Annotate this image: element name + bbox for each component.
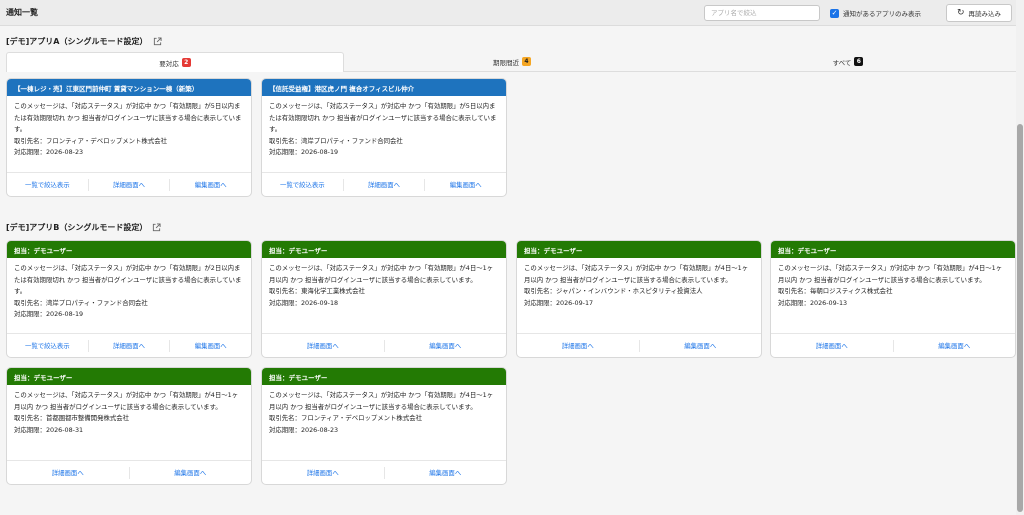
card-message: このメッセージは、「対応ステータス」が対応中 かつ「有効期限」が4日〜1ヶ月以内… bbox=[524, 264, 749, 284]
deadline: 対応期限：2026-09-17 bbox=[524, 298, 594, 307]
card-header: 担当：デモユーザー bbox=[262, 368, 506, 385]
card-message: このメッセージは、「対応ステータス」が対応中 かつ「有効期限」が4日〜1ヶ月以内… bbox=[269, 264, 494, 284]
deadline: 対応期限：2026-09-13 bbox=[778, 298, 848, 307]
edit-link[interactable]: 編集画面へ bbox=[170, 179, 251, 191]
notification-card: 担当：デモユーザー このメッセージは、「対応ステータス」が対応中 かつ「有効期限… bbox=[770, 240, 1016, 358]
section-header-app-a: [デモ]アプリA（シングルモード設定） bbox=[6, 36, 162, 47]
tab-due-soon[interactable]: 期限間近 4 bbox=[344, 52, 680, 72]
section-title: [デモ]アプリA（シングルモード設定） bbox=[6, 37, 148, 46]
edit-link[interactable]: 編集画面へ bbox=[640, 340, 762, 352]
card-header: 担当：デモユーザー bbox=[517, 241, 761, 258]
tab-label: 期限間近 bbox=[493, 58, 519, 67]
detail-link[interactable]: 詳細画面へ bbox=[262, 466, 385, 479]
notification-card: 担当：デモユーザー このメッセージは、「対応ステータス」が対応中 かつ「有効期限… bbox=[261, 367, 507, 485]
edit-link[interactable]: 編集画面へ bbox=[894, 340, 1016, 352]
deadline: 対応期限：2026-09-18 bbox=[269, 298, 339, 307]
card-message: このメッセージは、「対応ステータス」が対応中 かつ「有効期限」が4日〜1ヶ月以内… bbox=[778, 264, 1003, 284]
edit-link[interactable]: 編集画面へ bbox=[385, 467, 507, 479]
card-message: このメッセージは、「対応ステータス」が対応中 かつ「有効期限」が5日以内または有… bbox=[269, 102, 497, 133]
tab-all[interactable]: すべて 6 bbox=[680, 52, 1016, 72]
notification-tabs: 要対応 2 期限間近 4 すべて 6 bbox=[6, 52, 1016, 72]
card-message: このメッセージは、「対応ステータス」が対応中 かつ「有効期限」が4日〜1ヶ月以内… bbox=[14, 391, 239, 411]
notification-card: 【一棟レジ・売】江東区門前仲町 賃貸マンション一棟（新築） このメッセージは、「… bbox=[6, 78, 252, 197]
detail-link[interactable]: 詳細画面へ bbox=[89, 178, 171, 191]
app-name-search-input[interactable] bbox=[704, 5, 820, 21]
detail-link[interactable]: 詳細画面へ bbox=[89, 339, 171, 352]
page-title: 通知一覧 bbox=[6, 8, 38, 17]
filter-checkbox-label: 通知があるアプリのみ表示 bbox=[843, 10, 921, 18]
section-title: [デモ]アプリB（シングルモード設定） bbox=[6, 223, 148, 232]
external-link-icon[interactable] bbox=[152, 223, 161, 232]
notification-card: 担当：デモユーザー このメッセージは、「対応ステータス」が対応中 かつ「有効期限… bbox=[516, 240, 762, 358]
notification-card: 担当：デモユーザー このメッセージは、「対応ステータス」が対応中 かつ「有効期限… bbox=[6, 240, 252, 358]
deadline: 対応期限：2026-08-31 bbox=[14, 425, 84, 434]
deadline: 対応期限：2026-08-19 bbox=[269, 148, 339, 156]
detail-link[interactable]: 詳細画面へ bbox=[344, 178, 426, 191]
card-message: このメッセージは、「対応ステータス」が対応中 かつ「有効期限」が5日以内または有… bbox=[14, 102, 242, 133]
edit-link[interactable]: 編集画面へ bbox=[130, 467, 252, 479]
tab-action-required[interactable]: 要対応 2 bbox=[6, 52, 344, 72]
filter-in-list-link[interactable]: 一覧で絞込表示 bbox=[7, 339, 89, 352]
section-header-app-b: [デモ]アプリB（シングルモード設定） bbox=[6, 222, 161, 233]
client-name: 取引先名：ジャパン・インバウンド・ホスピタリティ投資法人 bbox=[524, 287, 703, 295]
edit-link[interactable]: 編集画面へ bbox=[385, 340, 507, 352]
card-header: 【一棟レジ・売】江東区門前仲町 賃貸マンション一棟（新築） bbox=[7, 79, 251, 96]
detail-link[interactable]: 詳細画面へ bbox=[771, 339, 894, 352]
count-badge: 2 bbox=[181, 58, 191, 67]
edit-link[interactable]: 編集画面へ bbox=[170, 340, 251, 352]
card-header: 担当：デモユーザー bbox=[7, 368, 251, 385]
notification-card: 担当：デモユーザー このメッセージは、「対応ステータス」が対応中 かつ「有効期限… bbox=[261, 240, 507, 358]
client-name: 取引先名：湾岸プロパティ・ファンド合同会社 bbox=[14, 298, 148, 307]
card-message: このメッセージは、「対応ステータス」が対応中 かつ「有効期限」が4日〜1ヶ月以内… bbox=[269, 391, 494, 411]
refresh-icon: ↻ bbox=[956, 7, 965, 18]
count-badge: 4 bbox=[522, 57, 531, 66]
client-name: 取引先名：東海化学工業株式会社 bbox=[269, 287, 365, 295]
filter-in-list-link[interactable]: 一覧で絞込表示 bbox=[7, 178, 89, 191]
tab-label: 要対応 bbox=[159, 59, 179, 68]
detail-link[interactable]: 詳細画面へ bbox=[517, 339, 640, 352]
detail-link[interactable]: 詳細画面へ bbox=[7, 466, 130, 479]
edit-link[interactable]: 編集画面へ bbox=[425, 179, 506, 191]
deadline: 対応期限：2026-08-23 bbox=[269, 425, 339, 434]
card-header: 担当：デモユーザー bbox=[771, 241, 1015, 258]
client-name: 取引先名：首都圏都市整備開発株式会社 bbox=[14, 414, 130, 422]
client-name: 取引先名：フロンティア・デベロップメント株式会社 bbox=[269, 414, 422, 422]
tab-label: すべて bbox=[832, 58, 852, 67]
card-header: 担当：デモユーザー bbox=[262, 241, 506, 258]
deadline: 対応期限：2026-08-19 bbox=[14, 310, 84, 318]
detail-link[interactable]: 詳細画面へ bbox=[262, 339, 385, 352]
notification-card: 【信託受益権】港区虎ノ門 複合オフィスビル仲介 このメッセージは、「対応ステータ… bbox=[261, 78, 507, 197]
client-name: 取引先名：フロンティア・デベロップメント株式会社 bbox=[14, 136, 167, 145]
card-message: このメッセージは、「対応ステータス」が対応中 かつ「有効期限」が2日以内または有… bbox=[14, 264, 242, 295]
scrollbar-thumb[interactable] bbox=[1017, 124, 1023, 512]
card-header: 【信託受益権】港区虎ノ門 複合オフィスビル仲介 bbox=[262, 79, 506, 96]
deadline: 対応期限：2026-08-23 bbox=[14, 148, 84, 156]
card-header: 担当：デモユーザー bbox=[7, 241, 251, 258]
client-name: 取引先名：湾岸プロパティ・ファンド合同会社 bbox=[269, 136, 403, 145]
reload-button-label: 再読み込み bbox=[968, 10, 1002, 18]
notification-card: 担当：デモユーザー このメッセージは、「対応ステータス」が対応中 かつ「有効期限… bbox=[6, 367, 252, 485]
filter-with-notifications-toggle[interactable]: ✓ 通知があるアプリのみ表示 bbox=[830, 8, 921, 18]
filter-in-list-link[interactable]: 一覧で絞込表示 bbox=[262, 178, 344, 191]
client-name: 取引先名：毎朝ロジスティクス株式会社 bbox=[778, 287, 893, 295]
checkbox-checked-icon[interactable]: ✓ bbox=[830, 8, 839, 18]
count-badge: 6 bbox=[854, 57, 864, 66]
reload-button[interactable]: ↻ 再読み込み bbox=[946, 4, 1012, 22]
external-link-icon[interactable] bbox=[153, 37, 162, 46]
